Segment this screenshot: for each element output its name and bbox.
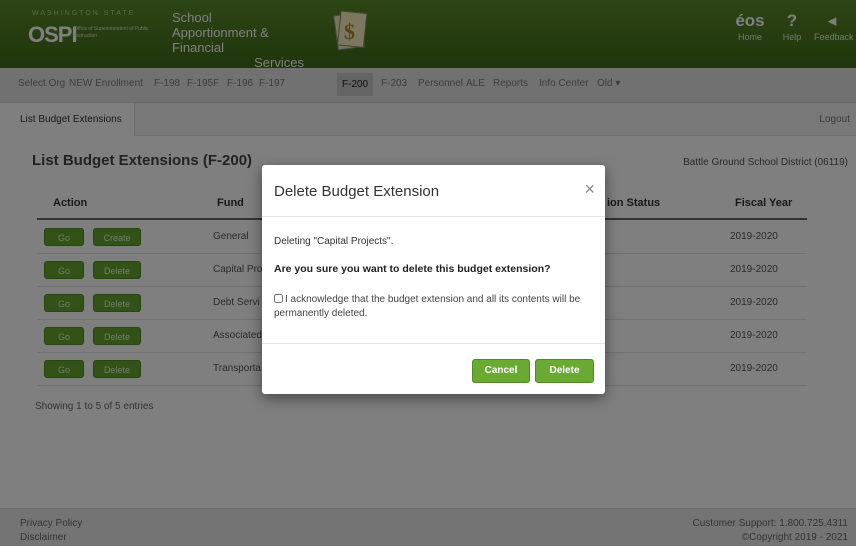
modal-footer: Cancel Delete	[262, 343, 605, 394]
deleting-message: Deleting "Capital Projects".	[274, 236, 394, 247]
modal-header: Delete Budget Extension ×	[262, 165, 605, 217]
cancel-button[interactable]: Cancel	[472, 359, 530, 383]
delete-button[interactable]: Delete	[535, 359, 594, 383]
confirm-question: Are you sure you want to delete this bud…	[274, 263, 551, 275]
acknowledge-label[interactable]: I acknowledge that the budget extension …	[274, 293, 594, 321]
acknowledge-text: I acknowledge that the budget extension …	[274, 294, 581, 319]
delete-budget-extension-dialog: Delete Budget Extension × Deleting "Capi…	[262, 165, 605, 394]
modal-title: Delete Budget Extension	[274, 183, 440, 200]
close-icon[interactable]: ×	[584, 179, 595, 200]
acknowledge-checkbox[interactable]	[274, 294, 283, 303]
